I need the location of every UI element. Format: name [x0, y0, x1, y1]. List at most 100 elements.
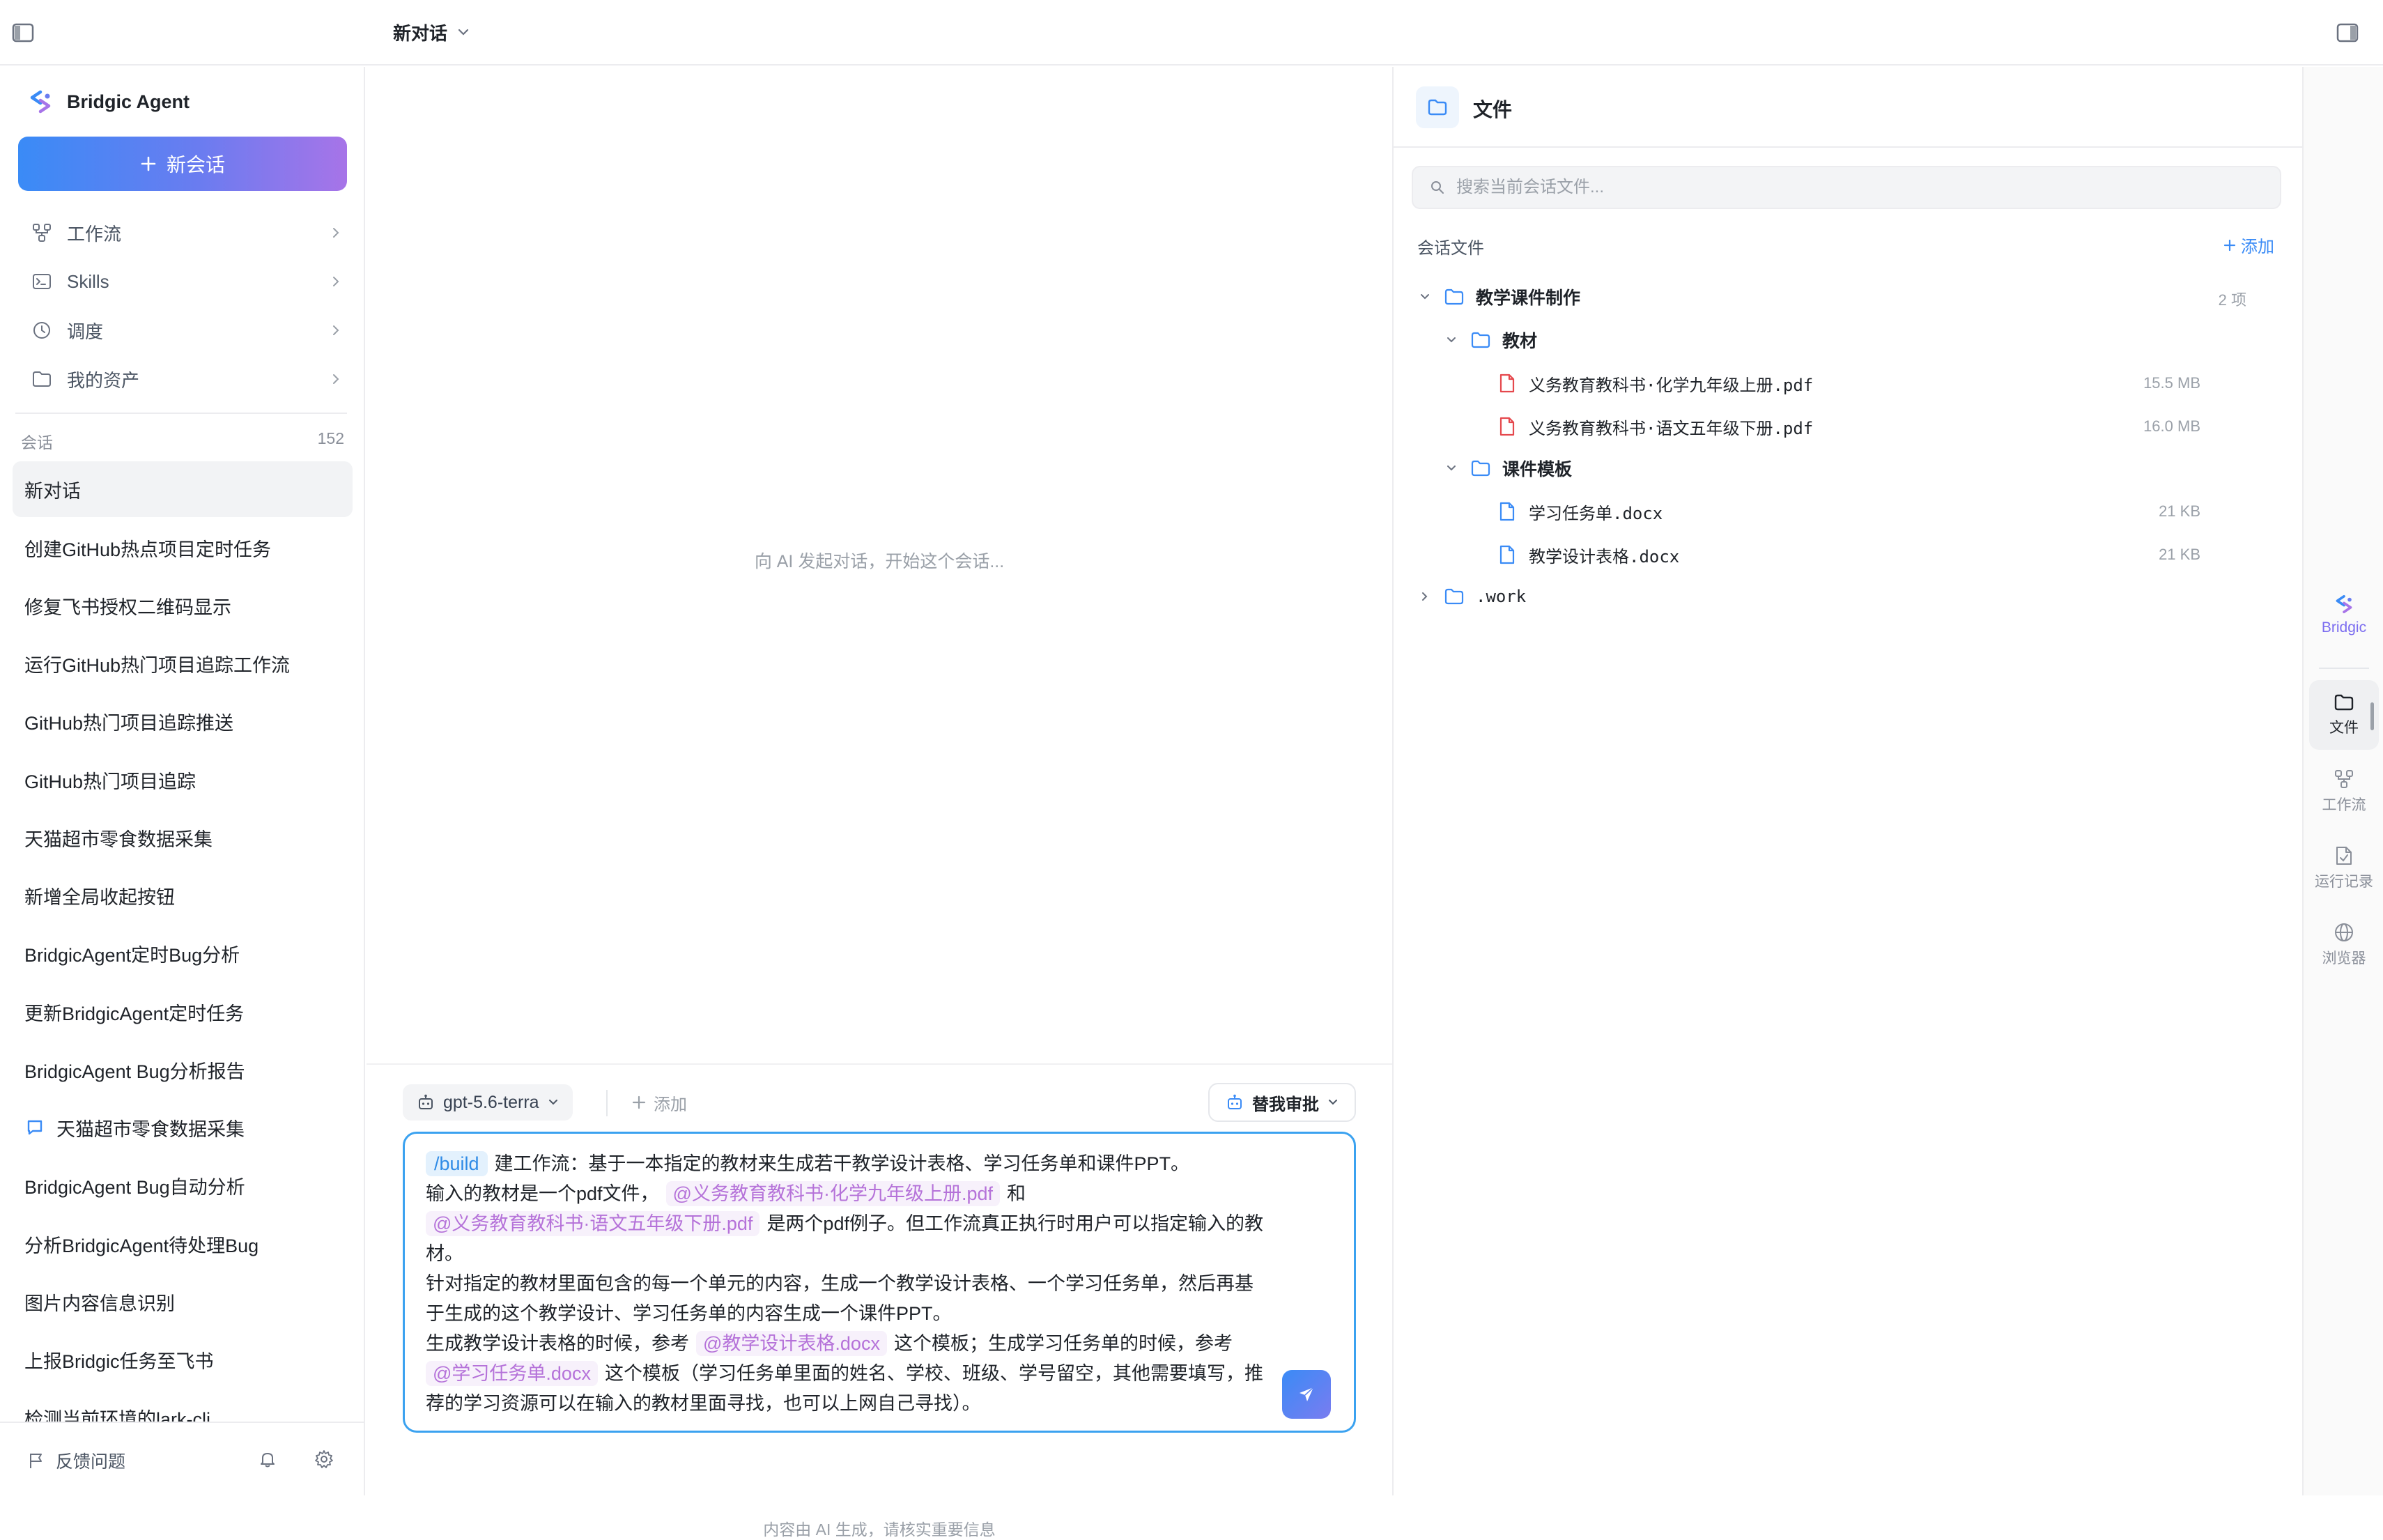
session-item[interactable]: 运行GitHub热门项目追踪工作流: [13, 636, 353, 691]
plus-icon: [631, 1095, 647, 1110]
file-mention-chip[interactable]: @学习任务单.docx: [426, 1361, 598, 1386]
session-item[interactable]: BridgicAgent定时Bug分析: [13, 925, 353, 981]
tree-folder-root[interactable]: 教学课件制作: [1414, 277, 1580, 316]
session-title: 图片内容信息识别: [24, 1293, 175, 1314]
rail-item-browser[interactable]: 浏览器: [2309, 910, 2379, 980]
nav-item-workflow[interactable]: 工作流: [15, 212, 350, 254]
nav-item-my-assets[interactable]: 我的资产: [15, 358, 350, 400]
session-item[interactable]: 新增全局收起按钮: [13, 868, 353, 923]
feedback-button[interactable]: 反馈问题: [26, 1448, 125, 1473]
terminal-icon: [24, 261, 60, 302]
plus-icon: [140, 155, 157, 172]
conversation-title-dropdown[interactable]: 新对话: [393, 17, 470, 47]
nav-item-schedule[interactable]: 调度: [15, 309, 350, 351]
file-name: 学习任务单.docx: [1529, 503, 1663, 523]
divider: [606, 1090, 608, 1116]
tree-file[interactable]: 义务教育教科书·化学九年级上册.pdf: [1488, 364, 1813, 403]
toggle-sidebar-icon[interactable]: [10, 20, 36, 46]
file-mention-chip[interactable]: @义务教育教科书·化学九年级上册.pdf: [665, 1181, 1000, 1206]
rail-label: 运行记录: [2315, 874, 2373, 890]
settings-gear-icon[interactable]: [311, 1447, 337, 1472]
sidebar: Bridgic Agent 新会话 工作流 Skills 调度 我的资产 会话 …: [0, 67, 365, 1495]
model-selector[interactable]: gpt-5.6-terra: [403, 1084, 573, 1121]
tree-folder[interactable]: .work: [1414, 577, 1526, 616]
slash-command-chip: /build: [426, 1151, 488, 1176]
session-item[interactable]: 更新BridgicAgent定时任务: [13, 984, 353, 1040]
file-size: 15.5 MB: [2143, 374, 2200, 392]
nav-label: 调度: [67, 321, 104, 342]
tree-file[interactable]: 学习任务单.docx: [1488, 492, 1663, 531]
session-item[interactable]: 创建GitHub热点项目定时任务: [13, 520, 353, 576]
file-search-input[interactable]: [1456, 178, 2258, 197]
session-item[interactable]: BridgicAgent Bug自动分析: [13, 1157, 353, 1213]
new-chat-button[interactable]: 新会话: [18, 137, 347, 191]
session-item[interactable]: GitHub热门项目追踪推送: [13, 693, 353, 749]
bridgic-logo-icon: [26, 88, 54, 116]
add-context-button[interactable]: 添加: [631, 1087, 687, 1118]
session-item[interactable]: GitHub热门项目追踪: [13, 752, 353, 808]
rail-item-bridgic[interactable]: Bridgic: [2309, 580, 2379, 649]
session-title: 修复飞书授权二维码显示: [24, 596, 231, 618]
files-panel-header: 文件: [1394, 67, 2304, 148]
file-search-field[interactable]: [1412, 166, 2281, 209]
rail-item-workflow[interactable]: 工作流: [2309, 757, 2379, 826]
session-item[interactable]: 上报Bridgic任务至飞书: [13, 1332, 353, 1387]
message-input-text[interactable]: /build 建工作流：基于一本指定的教材来生成若干教学设计表格、学习任务单和课件…: [426, 1149, 1269, 1419]
toggle-right-panel-icon[interactable]: [2334, 20, 2361, 46]
brand[interactable]: Bridgic Agent: [26, 88, 190, 116]
tree-folder[interactable]: 教材: [1441, 321, 1537, 360]
session-item[interactable]: 新对话: [13, 461, 353, 517]
tree-folder[interactable]: 课件模板: [1441, 449, 1572, 488]
brand-name: Bridgic Agent: [67, 91, 190, 112]
chevron-right-icon: [322, 373, 350, 385]
plus-icon: [2223, 238, 2237, 252]
session-title: 更新BridgicAgent定时任务: [24, 1003, 245, 1024]
auto-approve-dropdown[interactable]: 替我审批: [1208, 1083, 1356, 1122]
rail-item-files[interactable]: 文件: [2309, 680, 2379, 750]
tree-file[interactable]: 教学设计表格.docx: [1488, 535, 1679, 574]
session-item[interactable]: BridgicAgent Bug分析报告: [13, 1042, 353, 1098]
file-mention-chip[interactable]: @义务教育教科书·语文五年级下册.pdf: [426, 1211, 760, 1236]
session-item[interactable]: 天猫超市零食数据采集: [13, 810, 353, 865]
chevron-down-icon: [457, 28, 470, 36]
sessions-count: 152: [317, 429, 344, 447]
session-title: BridgicAgent Bug分析报告: [24, 1061, 245, 1082]
send-button[interactable]: [1282, 1370, 1331, 1419]
input-text-line: 生成教学设计表格的时候，参考: [426, 1333, 689, 1354]
file-name: 教学设计表格.docx: [1529, 546, 1680, 567]
chevron-down-icon[interactable]: [1414, 286, 1435, 307]
empty-chat-hint: 向 AI 发起对话，开始这个会话...: [754, 552, 1005, 571]
session-title: 天猫超市零食数据采集: [56, 1118, 245, 1140]
session-item[interactable]: 天猫超市零食数据采集: [13, 1100, 353, 1155]
chevron-right-icon[interactable]: [1414, 586, 1435, 607]
rail-item-run-log[interactable]: 运行记录: [2309, 833, 2379, 903]
nav-label: 工作流: [67, 223, 122, 245]
nav-item-skills[interactable]: Skills: [15, 261, 350, 302]
add-file-button[interactable]: 添加: [2223, 233, 2274, 257]
folder-icon: [24, 358, 60, 400]
nav-label: Skills: [67, 270, 109, 292]
add-context-label: 添加: [654, 1095, 687, 1114]
file-mention-chip[interactable]: @教学设计表格.docx: [696, 1331, 887, 1356]
session-title: 新增全局收起按钮: [24, 886, 175, 908]
active-indicator: [2370, 702, 2374, 730]
folder-item-count: 2 项: [2218, 291, 2246, 309]
divider: [15, 413, 347, 414]
input-text-line: 和: [1006, 1183, 1026, 1204]
folder-icon: [1416, 86, 1459, 128]
bell-icon[interactable]: [255, 1447, 280, 1472]
message-input[interactable]: /build 建工作流：基于一本指定的教材来生成若干教学设计表格、学习任务单和课件…: [403, 1132, 1356, 1433]
file-size: 16.0 MB: [2143, 417, 2200, 435]
chevron-down-icon[interactable]: [1441, 458, 1462, 479]
session-title: 天猫超市零食数据采集: [24, 829, 213, 850]
chat-area: 向 AI 发起对话，开始这个会话... gpt-5.6-terra 添加 替我审…: [367, 67, 1392, 1539]
session-item[interactable]: 分析BridgicAgent待处理Bug: [13, 1216, 353, 1272]
tree-file[interactable]: 义务教育教科书·语文五年级下册.pdf: [1488, 407, 1813, 446]
folder-icon: [1442, 285, 1466, 309]
session-item[interactable]: 修复飞书授权二维码显示: [13, 578, 353, 633]
divider: [2319, 668, 2369, 669]
session-item[interactable]: 图片内容信息识别: [13, 1274, 353, 1330]
add-file-label: 添加: [2241, 238, 2274, 256]
sidebar-footer: 反馈问题: [0, 1422, 364, 1495]
chevron-down-icon[interactable]: [1441, 330, 1462, 351]
